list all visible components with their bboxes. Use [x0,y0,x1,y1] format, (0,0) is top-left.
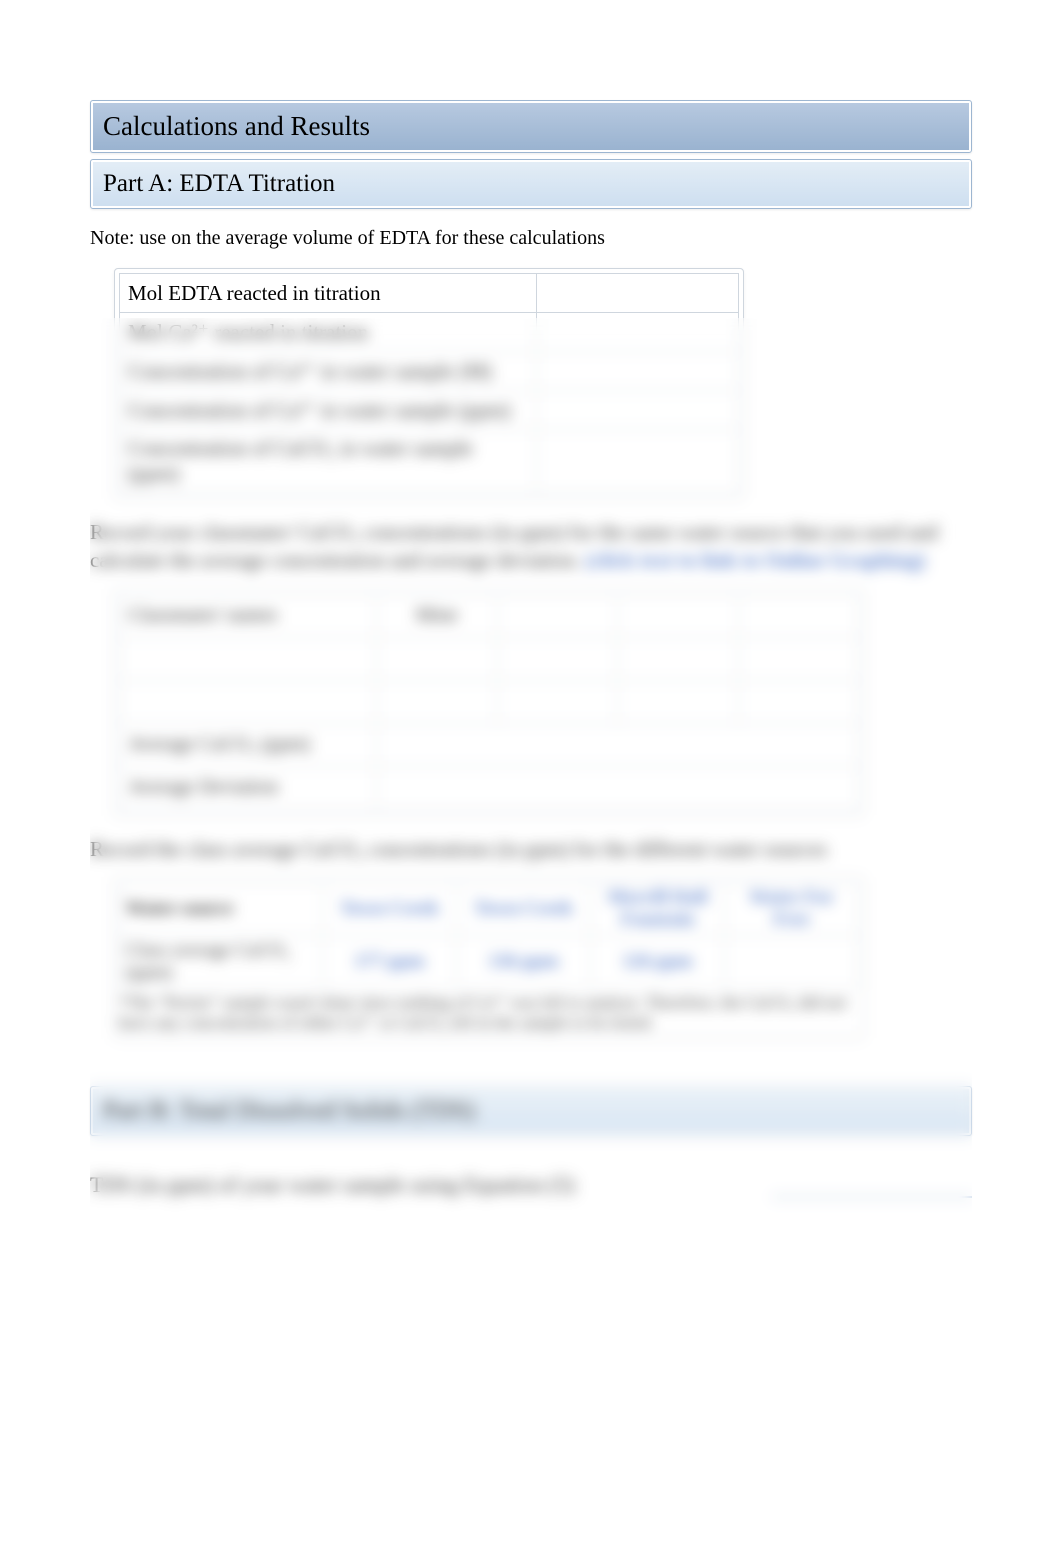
table-row: Average CaCO₃ (ppm) [120,723,859,766]
source-name: Town Creek [323,883,457,936]
col-header[interactable] [618,594,739,637]
table-row: Mol EDTA reacted in titration [120,274,739,313]
section-heading-calculations: Calculations and Results [90,100,972,153]
row-value[interactable] [537,391,739,430]
sources-instruction: Record the class average CaCO₃ concentra… [90,835,972,863]
dev-label: Average Deviation [120,766,377,809]
avg-value[interactable] [377,723,859,766]
table-row: Mol Ca²⁺ reacted in titration [120,313,739,352]
cell[interactable] [725,936,859,989]
tds-blank-line[interactable] [772,1174,972,1198]
table-row [120,680,859,723]
subsection-heading-part-a: Part A: EDTA Titration [90,159,972,209]
subsection-heading-text: Part B: Total Dissolved Solids (TDS) [93,1089,969,1133]
document-page: Calculations and Results Part A: EDTA Ti… [0,0,1062,1318]
cell[interactable] [738,680,859,723]
row-label: Mol EDTA reacted in titration [120,274,537,313]
table-row [120,637,859,680]
cell[interactable] [377,637,498,680]
table-footnote: *The "Perrier" sample wasn't done since … [119,989,859,1033]
edta-calc-table: Mol EDTA reacted in titration Mol Ca²⁺ r… [114,268,744,498]
row-value[interactable] [537,313,739,352]
cell[interactable]: 136 ppm [457,936,591,989]
table-row: Concentration of Ca²⁺ in water sample (M… [120,352,739,391]
row-label: Concentration of CaCO₃ in water sample (… [120,430,537,493]
cell[interactable] [377,680,498,723]
cell[interactable] [497,637,618,680]
cell[interactable] [120,637,377,680]
col-header[interactable] [738,594,859,637]
section-heading-text: Calculations and Results [93,103,969,150]
cell[interactable]: 177 ppm [323,936,457,989]
cell[interactable] [497,680,618,723]
row-label: Mol Ca²⁺ reacted in titration [120,313,537,352]
col-header: Mine [377,594,498,637]
tds-entry-row: TDS (in ppm) of your water sample using … [90,1172,972,1198]
classmates-table: Classmates' names Mine Av [114,589,864,815]
dev-value[interactable] [377,766,859,809]
table-row: Average Deviation [120,766,859,809]
cell[interactable] [738,637,859,680]
row-value[interactable] [537,352,739,391]
source-comparison-table: Water source Town Creek Town Creek Morri… [114,877,864,1038]
row-value[interactable] [537,430,739,493]
row-header: Water source [120,883,323,936]
classmates-instruction: Record your classmates' CaCO₃ concentrat… [90,518,972,575]
cell[interactable] [618,637,739,680]
cell[interactable] [618,680,739,723]
graphing-link[interactable]: (click text to link to Online Graphing) [586,548,926,572]
col-header[interactable] [497,594,618,637]
table-row: Water source Town Creek Town Creek Morri… [120,883,859,936]
source-name: Town Creek [457,883,591,936]
avg-label: Average CaCO₃ (ppm) [120,723,377,766]
row-value[interactable] [537,274,739,313]
note-text: Note: use on the average volume of EDTA … [90,227,972,250]
table-row: Concentration of CaCO₃ in water sample (… [120,430,739,493]
row-label: Concentration of Ca²⁺ in water sample (M… [120,352,537,391]
subsection-heading-text: Part A: EDTA Titration [93,162,969,206]
col-header: Classmates' names [120,594,377,637]
table-row: Class average CaCO₃ (ppm) 177 ppm 136 pp… [120,936,859,989]
row-label: Class average CaCO₃ (ppm) [120,936,323,989]
cell[interactable]: 126 ppm [591,936,725,989]
cell[interactable] [120,680,377,723]
subsection-heading-part-b: Part B: Total Dissolved Solids (TDS) [90,1086,972,1136]
source-name: Morrill Hall Fountain [591,883,725,936]
table-row: Classmates' names Mine [120,594,859,637]
tds-label: TDS (in ppm) of your water sample using … [90,1172,692,1198]
source-name: Water For Free [725,883,859,936]
row-label: Concentration of Ca²⁺ in water sample (p… [120,391,537,430]
table-row: Concentration of Ca²⁺ in water sample (p… [120,391,739,430]
